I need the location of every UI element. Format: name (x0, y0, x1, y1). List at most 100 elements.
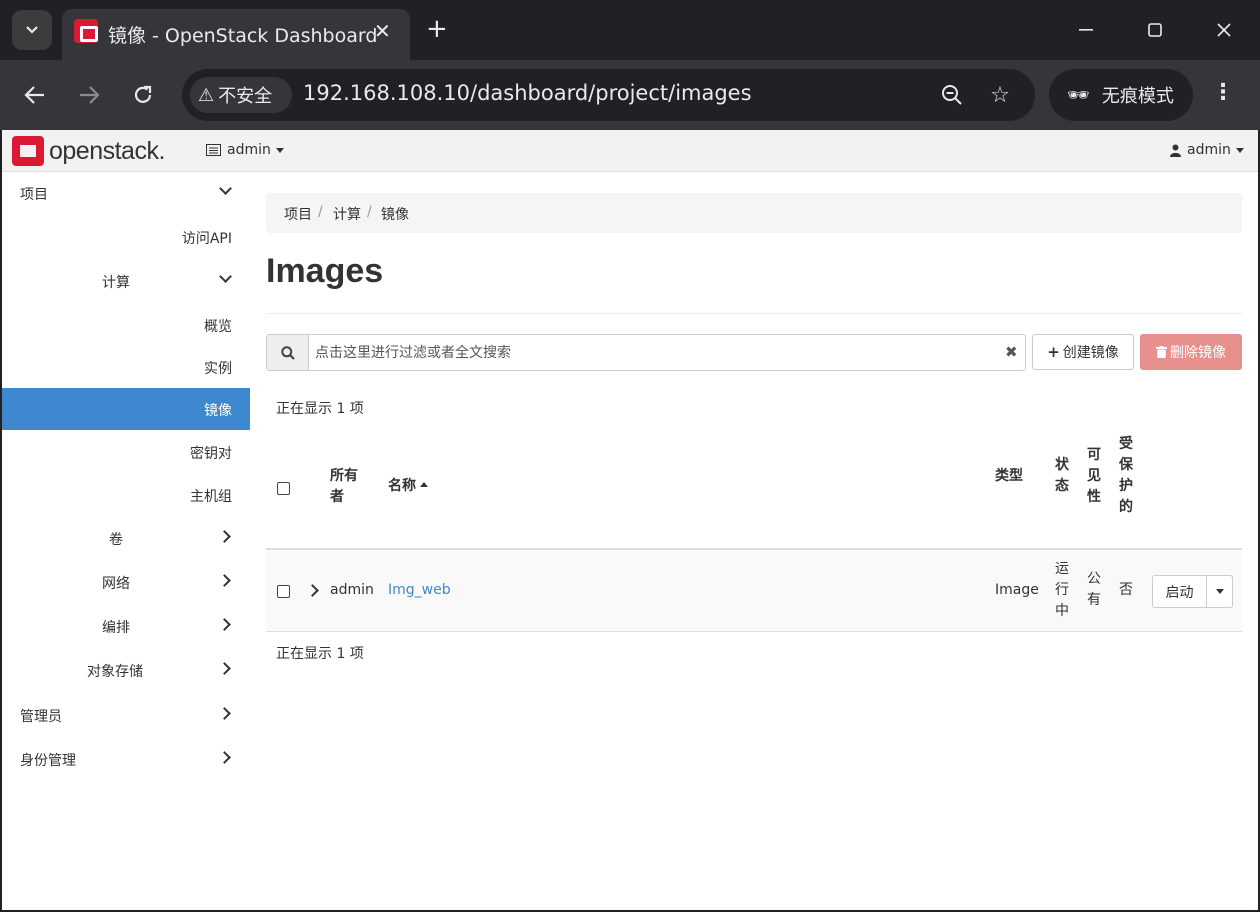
sidebar-item-label: 对象存储 (87, 664, 143, 680)
delete-images-label: 删除镜像 (1170, 345, 1226, 361)
sidebar-item-project[interactable]: 项目 (2, 172, 250, 214)
header-text: 者 (330, 489, 344, 505)
url-text[interactable]: 192.168.108.10/dashboard/project/images (303, 81, 752, 105)
launch-button[interactable]: 启动 (1153, 576, 1207, 607)
security-chip[interactable]: ⚠ 不安全 (190, 77, 292, 113)
back-icon[interactable] (20, 80, 50, 110)
row-actions: 启动 (1152, 575, 1233, 608)
breadcrumb-item-compute[interactable]: 计算 (333, 204, 361, 224)
row-select-checkbox[interactable] (277, 585, 290, 598)
user-icon (1170, 144, 1181, 157)
reload-glyph (134, 85, 152, 103)
column-header-status[interactable]: 状 态 (1055, 455, 1069, 497)
breadcrumb-item-project[interactable]: 项目 (284, 204, 312, 224)
sidebar-item-api-access[interactable]: 访问API (2, 216, 250, 258)
sidebar-item-instances[interactable]: 实例 (2, 346, 250, 388)
tab-search-button[interactable] (12, 10, 52, 50)
new-tab-icon[interactable]: + (426, 14, 448, 44)
close-glyph (1217, 23, 1231, 37)
user-label: admin (1187, 142, 1231, 158)
chevron-right-icon (218, 617, 232, 631)
sidebar-item-label: 卷 (109, 532, 123, 548)
browser-tab-bar: 镜像 - OpenStack Dashboard ✕ + (0, 0, 1260, 60)
filter-search-group: ✖ (266, 334, 1026, 371)
breadcrumb-separator: / (367, 204, 372, 220)
sidebar-item-object-store[interactable]: 对象存储 (2, 649, 250, 691)
status-text: 行 (1055, 582, 1069, 598)
expand-row-chevron-icon[interactable] (308, 584, 320, 596)
search-icon[interactable] (267, 335, 309, 370)
caret-down-icon (275, 147, 284, 153)
top-navbar: openstack. admin admin (2, 130, 1258, 172)
column-header-owner[interactable]: 所有 者 (330, 466, 358, 508)
browser-tab[interactable]: 镜像 - OpenStack Dashboard ✕ (62, 9, 410, 60)
sidebar-item-server-groups[interactable]: 主机组 (2, 474, 250, 516)
column-header-name[interactable]: 名称 (388, 476, 428, 497)
chevron-right-icon (218, 750, 232, 764)
openstack-logo[interactable]: openstack. (12, 136, 165, 166)
tab-close-icon[interactable]: ✕ (374, 19, 391, 43)
chevron-right-icon (218, 706, 232, 720)
create-image-button[interactable]: + 创建镜像 (1032, 334, 1134, 370)
cell-owner: admin (330, 582, 374, 598)
column-header-protected[interactable]: 受 保 护 的 (1119, 434, 1133, 518)
image-name-link[interactable]: Img_web (388, 580, 451, 601)
zoom-icon[interactable] (937, 81, 967, 109)
close-window-icon[interactable] (1201, 14, 1247, 46)
sidebar-item-label: 主机组 (190, 489, 232, 505)
chevron-right-icon (218, 661, 232, 675)
chevron-right-icon (218, 529, 232, 543)
sidebar-item-identity[interactable]: 身份管理 (2, 738, 250, 780)
breadcrumb-separator: / (318, 204, 323, 220)
sidebar-item-volumes[interactable]: 卷 (2, 517, 250, 559)
sidebar-item-overview[interactable]: 概览 (2, 304, 250, 346)
clear-icon[interactable]: ✖ (1005, 343, 1018, 361)
item-count-top: 正在显示 1 项 (276, 401, 364, 417)
chevron-down-icon (26, 26, 38, 34)
delete-images-button[interactable]: 删除镜像 (1140, 334, 1242, 370)
search-input[interactable] (309, 335, 999, 370)
status-text: 中 (1055, 603, 1069, 619)
project-dropdown[interactable]: admin (206, 142, 284, 158)
cell-protected: 否 (1119, 582, 1133, 598)
sidebar-item-images[interactable]: 镜像 (2, 388, 250, 430)
sidebar-item-label: 管理员 (20, 709, 62, 725)
user-dropdown[interactable]: admin (1170, 142, 1244, 158)
row-actions-dropdown[interactable] (1207, 576, 1232, 607)
incognito-indicator[interactable]: 🕶 无痕模式 (1049, 69, 1193, 121)
minimize-icon[interactable] (1063, 14, 1109, 46)
bookmark-star-icon[interactable]: ☆ (985, 81, 1015, 109)
project-label: admin (227, 142, 271, 158)
browser-menu-icon[interactable]: ⋮ (1212, 80, 1234, 105)
table-row: admin Img_web Image 运 行 中 公 有 否 启动 (266, 551, 1242, 632)
sidebar-item-label: 网络 (102, 576, 130, 592)
column-header-visibility[interactable]: 可 见 性 (1087, 445, 1101, 508)
select-all-checkbox[interactable] (277, 482, 290, 495)
maximize-icon[interactable] (1132, 14, 1178, 46)
reload-icon[interactable] (128, 80, 158, 110)
magnifier-glyph (280, 345, 295, 360)
header-text: 态 (1055, 478, 1069, 494)
sidebar-item-compute[interactable]: 计算 (2, 260, 250, 302)
logo-text: openstack. (49, 136, 165, 165)
status-text: 运 (1055, 561, 1069, 577)
sidebar-item-key-pairs[interactable]: 密钥对 (2, 431, 250, 473)
forward-icon[interactable] (74, 80, 104, 110)
minimize-glyph (1079, 29, 1093, 31)
header-text: 状 (1055, 457, 1069, 473)
address-bar[interactable]: ⚠ 不安全 192.168.108.10/dashboard/project/i… (182, 69, 1035, 121)
security-label: 不安全 (218, 86, 273, 107)
sort-ascending-icon (420, 482, 428, 487)
sidebar-item-network[interactable]: 网络 (2, 561, 250, 603)
sidebar-item-label: 身份管理 (20, 753, 76, 769)
forward-arrow-glyph (80, 86, 100, 104)
sidebar-item-label: 计算 (102, 275, 130, 291)
sidebar-item-orchestration[interactable]: 编排 (2, 605, 250, 647)
sidebar-item-label: 密钥对 (190, 446, 232, 462)
column-header-type[interactable]: 类型 (995, 466, 1023, 487)
sidebar-item-label: 镜像 (204, 403, 232, 419)
header-text: 见 (1087, 468, 1101, 484)
sidebar-item-admin[interactable]: 管理员 (2, 694, 250, 736)
caret-down-icon (1235, 147, 1244, 153)
tab-title: 镜像 - OpenStack Dashboard (108, 25, 378, 47)
